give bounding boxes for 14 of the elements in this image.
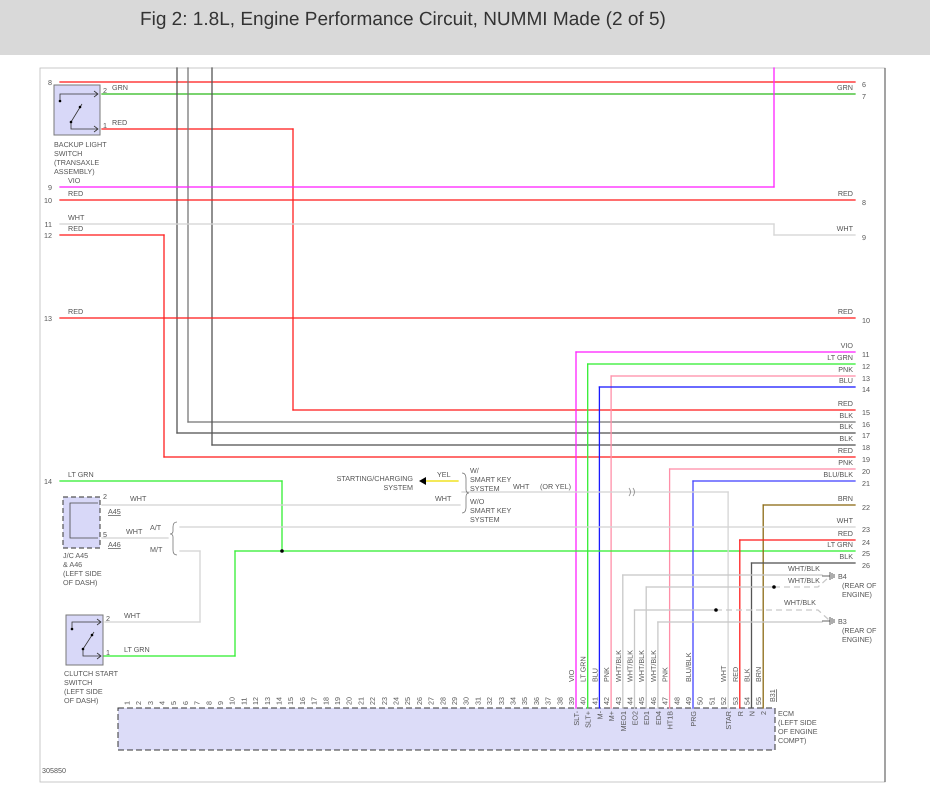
dashed-wire [774, 576, 830, 588]
switch-drawing [66, 614, 104, 666]
connector-icon [628, 488, 635, 496]
brace [170, 522, 178, 556]
switch-drawing [54, 84, 100, 136]
splice-dot [714, 608, 718, 612]
figure-title: Fig 2: 1.8L, Engine Performance Circuit, NUMMI Made (2 of 5) [140, 9, 666, 31]
junction-connector-drawing [62, 496, 101, 549]
brace [462, 472, 470, 514]
ground-icon [822, 616, 834, 626]
splice-dot [772, 585, 776, 589]
ground-icon [822, 572, 834, 580]
splice-dot [280, 549, 284, 553]
arrow [419, 477, 459, 485]
